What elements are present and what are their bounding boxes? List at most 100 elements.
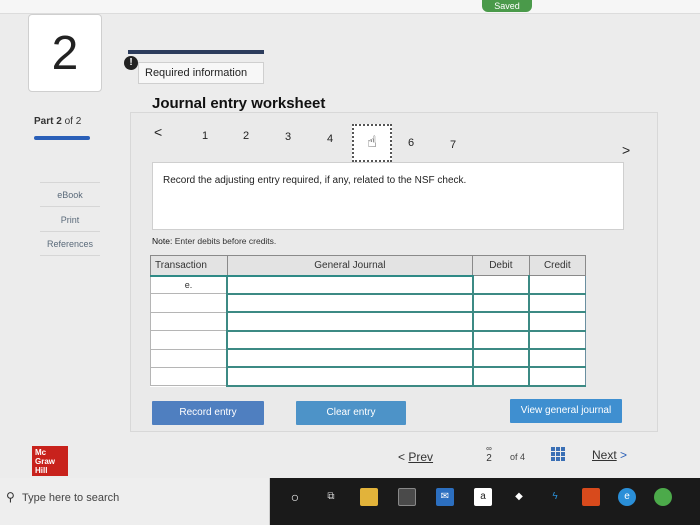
worksheet-title: Journal entry worksheet	[152, 95, 326, 112]
chevron-right-icon: >	[620, 448, 628, 462]
credit-header: Credit	[528, 255, 587, 276]
current-page-number: 2	[486, 453, 492, 464]
transaction-cell: e.	[150, 274, 228, 295]
note-text: Enter debits before credits.	[174, 236, 277, 246]
tab-7[interactable]: 7	[440, 139, 466, 151]
transaction-cell	[150, 293, 228, 313]
next-page-button[interactable]: Next >	[592, 448, 627, 462]
table-row	[150, 348, 587, 369]
part-total: of 2	[64, 116, 82, 127]
debit-input[interactable]	[471, 311, 530, 332]
sidebar-divider	[40, 182, 100, 183]
cortana-icon[interactable]: ○	[286, 488, 304, 506]
account-input[interactable]	[226, 274, 474, 295]
account-input[interactable]	[226, 311, 474, 332]
saved-status-badge: Saved	[482, 0, 532, 12]
tab-6[interactable]: 6	[398, 137, 424, 149]
page-total: of 4	[510, 452, 526, 462]
alert-icon: !	[124, 56, 138, 70]
account-input[interactable]	[226, 330, 474, 351]
prev-tab-arrow-icon[interactable]: <	[154, 124, 162, 140]
part-indicator: Part 2 of 2	[34, 116, 81, 127]
credit-input[interactable]	[528, 293, 587, 314]
table-row	[150, 330, 587, 351]
debit-input[interactable]	[471, 274, 530, 295]
top-bar	[0, 0, 700, 14]
account-input[interactable]	[226, 293, 474, 314]
logo-line: Mc	[35, 448, 47, 457]
account-input[interactable]	[226, 366, 474, 387]
references-link[interactable]: References	[40, 239, 100, 249]
taskbar-search-placeholder: Type here to search	[22, 492, 120, 504]
part-word: Part	[34, 116, 54, 127]
credit-input[interactable]	[528, 330, 587, 351]
edge-icon[interactable]: e	[618, 488, 636, 506]
table-row	[150, 311, 587, 332]
logo-line: Graw	[35, 457, 56, 466]
dropbox-icon[interactable]: ◆	[510, 488, 528, 506]
clear-entry-button[interactable]: Clear entry	[296, 401, 406, 425]
search-icon: ⚲	[6, 490, 15, 504]
question-number: 2	[28, 14, 102, 92]
tab-2[interactable]: 2	[233, 130, 259, 142]
required-information-tab[interactable]: Required information	[138, 62, 264, 84]
general-journal-header: General Journal	[226, 255, 474, 277]
part-current: 2	[56, 116, 62, 127]
task-view-icon[interactable]: ⧉	[322, 488, 340, 506]
chevron-left-icon: <	[398, 450, 406, 464]
table-row: e.	[150, 274, 587, 295]
view-transaction-list-bar[interactable]	[128, 50, 264, 54]
credit-input[interactable]	[528, 348, 587, 369]
transaction-cell	[150, 366, 228, 387]
view-general-journal-button[interactable]: View general journal	[510, 399, 622, 423]
app-icon[interactable]: ϟ	[546, 488, 564, 506]
debit-input[interactable]	[471, 330, 530, 351]
tab-4[interactable]: 4	[317, 133, 343, 145]
office-icon[interactable]	[582, 488, 600, 506]
debit-header: Debit	[472, 255, 530, 276]
note-label: Note:	[152, 236, 173, 246]
instruction-box: Record the adjusting entry required, if …	[152, 162, 624, 230]
credit-input[interactable]	[528, 274, 587, 295]
transaction-cell	[150, 348, 228, 368]
table-row	[150, 366, 587, 387]
amazon-icon[interactable]: a	[474, 488, 492, 506]
debit-input[interactable]	[471, 293, 530, 314]
store-icon[interactable]	[398, 488, 416, 506]
instruction-text: Record the adjusting entry required, if …	[163, 175, 467, 186]
record-entry-button[interactable]: Record entry	[152, 401, 264, 425]
transaction-cell	[150, 330, 228, 350]
tab-5-active[interactable]: ☝	[352, 124, 392, 162]
journal-entry-table: Transaction General Journal Debit Credit…	[150, 255, 587, 387]
account-input[interactable]	[226, 348, 474, 369]
current-page-indicator[interactable]: ∞ 2	[482, 444, 496, 464]
note: Note: Enter debits before credits.	[152, 236, 276, 246]
transaction-header: Transaction	[150, 255, 228, 277]
sidebar-divider	[40, 255, 100, 256]
part-progress-bar	[34, 136, 90, 140]
sidebar-divider	[40, 231, 100, 232]
next-label: Next	[592, 448, 617, 462]
grid-view-icon[interactable]	[550, 446, 566, 462]
debit-input[interactable]	[471, 348, 530, 369]
file-explorer-icon[interactable]	[360, 488, 378, 506]
print-link[interactable]: Print	[40, 215, 100, 225]
transaction-cell	[150, 311, 228, 332]
credit-input[interactable]	[528, 311, 587, 332]
mail-icon[interactable]: ✉	[436, 488, 454, 506]
sidebar-divider	[40, 206, 100, 207]
prev-page-button[interactable]: < Prev	[398, 450, 433, 464]
hand-pointer-icon: ☝	[367, 134, 377, 151]
ebook-link[interactable]: eBook	[40, 190, 100, 200]
credit-input[interactable]	[528, 366, 587, 387]
tab-3[interactable]: 3	[275, 131, 301, 143]
tab-1[interactable]: 1	[192, 130, 218, 142]
link-icon: ∞	[486, 444, 492, 453]
logo-line: Hill	[35, 466, 48, 475]
prev-label: Prev	[408, 450, 434, 464]
chrome-icon[interactable]	[654, 488, 672, 506]
table-row	[150, 293, 587, 314]
debit-input[interactable]	[471, 366, 530, 387]
next-tab-arrow-icon[interactable]: >	[622, 142, 630, 158]
mcgraw-hill-logo: Mc Graw Hill	[32, 446, 68, 476]
